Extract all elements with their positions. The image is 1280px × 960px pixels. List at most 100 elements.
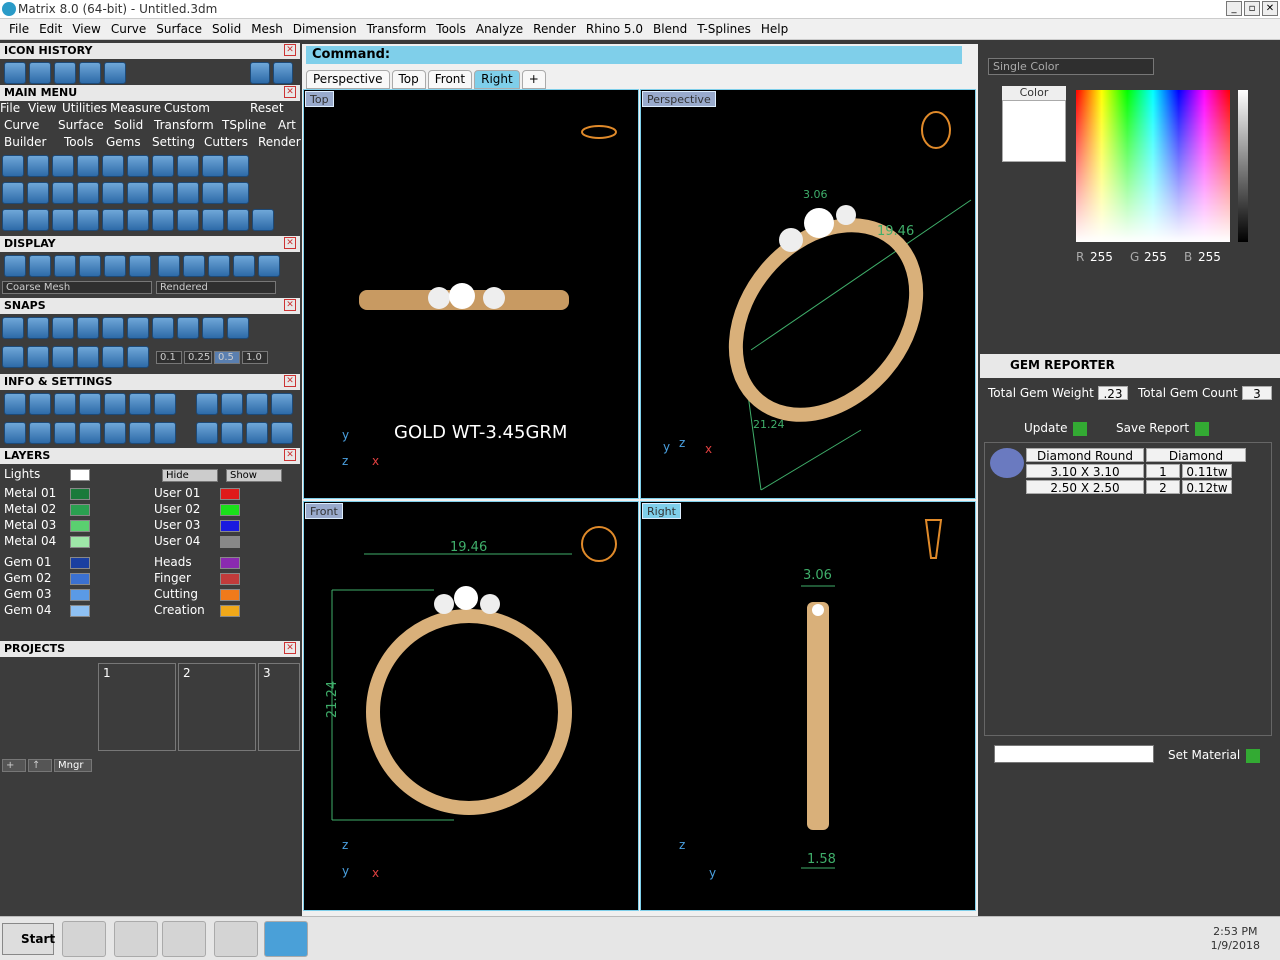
maximize-button[interactable]: ▫ xyxy=(1244,1,1260,16)
snap-05[interactable]: 0.5 xyxy=(214,351,240,364)
tool-icon[interactable] xyxy=(152,209,174,231)
menu-mesh[interactable]: Mesh xyxy=(246,22,288,36)
layer-swatch[interactable] xyxy=(70,504,90,516)
grid-snap-icon[interactable] xyxy=(27,346,49,368)
builder-surface[interactable]: Surface xyxy=(58,118,104,132)
settings-icon[interactable] xyxy=(79,422,101,444)
media-player-icon[interactable] xyxy=(162,921,206,957)
builder-tools[interactable]: Tools xyxy=(64,135,94,149)
settings-icon[interactable] xyxy=(29,393,51,415)
minimize-button[interactable]: _ xyxy=(1226,1,1242,16)
color-swatch[interactable] xyxy=(1002,100,1066,162)
tab-right[interactable]: Right xyxy=(474,70,520,89)
tool-icon[interactable] xyxy=(102,155,124,177)
close-icon[interactable]: ✕ xyxy=(284,237,296,249)
layer-swatch[interactable] xyxy=(220,488,240,500)
tool-icon[interactable] xyxy=(52,182,74,204)
layer-swatch[interactable] xyxy=(70,536,90,548)
tool-icon[interactable] xyxy=(127,209,149,231)
mm-file[interactable]: File xyxy=(0,101,20,115)
settings-icon[interactable] xyxy=(129,422,151,444)
settings-icon[interactable] xyxy=(104,393,126,415)
layer-swatch[interactable] xyxy=(70,520,90,532)
menu-tools[interactable]: Tools xyxy=(431,22,471,36)
layer-swatch[interactable] xyxy=(70,488,90,500)
tool-icon[interactable] xyxy=(252,209,274,231)
display-icon[interactable] xyxy=(129,255,151,277)
builder-cutters[interactable]: Cutters xyxy=(204,135,248,149)
close-icon[interactable]: ✕ xyxy=(284,642,296,654)
layer-swatch[interactable] xyxy=(220,589,240,601)
layer-gem-02[interactable]: Gem 02 xyxy=(4,571,51,585)
tab-top[interactable]: Top xyxy=(391,70,426,89)
snap-icon[interactable] xyxy=(52,317,74,339)
tab-perspective[interactable]: Perspective xyxy=(306,70,390,89)
tool-icon[interactable] xyxy=(127,155,149,177)
settings-icon[interactable] xyxy=(4,422,26,444)
settings-icon[interactable] xyxy=(129,393,151,415)
command-bar[interactable]: Command: xyxy=(306,46,962,64)
project-slot[interactable]: 3 xyxy=(258,663,300,751)
project-slot[interactable]: 1 xyxy=(98,663,176,751)
close-icon[interactable]: ✕ xyxy=(284,449,296,461)
mm-reset[interactable]: Reset xyxy=(250,101,284,115)
paint-icon[interactable] xyxy=(214,921,258,957)
menu-rhino[interactable]: Rhino 5.0 xyxy=(581,22,648,36)
b-value[interactable]: 255 xyxy=(1198,250,1221,264)
menu-analyze[interactable]: Analyze xyxy=(471,22,528,36)
builder-builder[interactable]: Builder xyxy=(4,135,46,149)
menu-curve[interactable]: Curve xyxy=(106,22,151,36)
brightness-slider[interactable] xyxy=(1238,90,1248,242)
g-value[interactable]: 255 xyxy=(1144,250,1167,264)
display-icon[interactable] xyxy=(79,255,101,277)
layer-metal-02[interactable]: Metal 02 xyxy=(4,502,56,516)
menu-surface[interactable]: Surface xyxy=(151,22,207,36)
tool-icon[interactable] xyxy=(177,209,199,231)
builder-curve[interactable]: Curve xyxy=(4,118,39,132)
grid-snap-icon[interactable] xyxy=(2,346,24,368)
up-project-button[interactable]: ↑ xyxy=(28,759,52,772)
settings-icon[interactable] xyxy=(246,422,268,444)
snap-icon[interactable] xyxy=(127,317,149,339)
project-slot[interactable]: 2 xyxy=(178,663,256,751)
hide-button[interactable]: Hide xyxy=(162,469,218,482)
layer-swatch[interactable] xyxy=(220,520,240,532)
history-icon[interactable] xyxy=(104,62,126,84)
layer-swatch[interactable] xyxy=(220,605,240,617)
tool-icon[interactable] xyxy=(27,182,49,204)
snap-icon[interactable] xyxy=(202,317,224,339)
settings-icon[interactable] xyxy=(4,393,26,415)
tool-icon[interactable] xyxy=(2,182,24,204)
layer-gem-01[interactable]: Gem 01 xyxy=(4,555,51,569)
shade-icon[interactable] xyxy=(258,255,280,277)
show-button[interactable]: Show xyxy=(226,469,282,482)
display-mode-select[interactable]: Coarse Mesh xyxy=(2,281,152,294)
display-icon[interactable] xyxy=(104,255,126,277)
viewport-top[interactable]: Top GOLD WT-3.45GRM y z x xyxy=(303,89,639,499)
tool-icon[interactable] xyxy=(202,209,224,231)
arrow-left-icon[interactable] xyxy=(250,62,270,84)
grid-snap-icon[interactable] xyxy=(52,346,74,368)
settings-icon[interactable] xyxy=(54,422,76,444)
history-icon[interactable] xyxy=(4,62,26,84)
close-icon[interactable]: ✕ xyxy=(284,86,296,98)
layer-swatch[interactable] xyxy=(220,536,240,548)
settings-icon[interactable] xyxy=(221,393,243,415)
layer-swatch[interactable] xyxy=(70,589,90,601)
tool-icon[interactable] xyxy=(102,182,124,204)
close-icon[interactable]: ✕ xyxy=(284,299,296,311)
settings-icon[interactable] xyxy=(154,393,176,415)
settings-icon[interactable] xyxy=(154,422,176,444)
settings-icon[interactable] xyxy=(196,393,218,415)
layer-swatch[interactable] xyxy=(220,573,240,585)
layer-gem-03[interactable]: Gem 03 xyxy=(4,587,51,601)
tool-icon[interactable] xyxy=(152,182,174,204)
tool-icon[interactable] xyxy=(127,182,149,204)
snap-icon[interactable] xyxy=(177,317,199,339)
builder-tspline[interactable]: TSpline xyxy=(222,118,266,132)
tool-icon[interactable] xyxy=(227,182,249,204)
r-value[interactable]: 255 xyxy=(1090,250,1113,264)
shade-icon[interactable] xyxy=(158,255,180,277)
menu-edit[interactable]: Edit xyxy=(34,22,67,36)
settings-icon[interactable] xyxy=(104,422,126,444)
